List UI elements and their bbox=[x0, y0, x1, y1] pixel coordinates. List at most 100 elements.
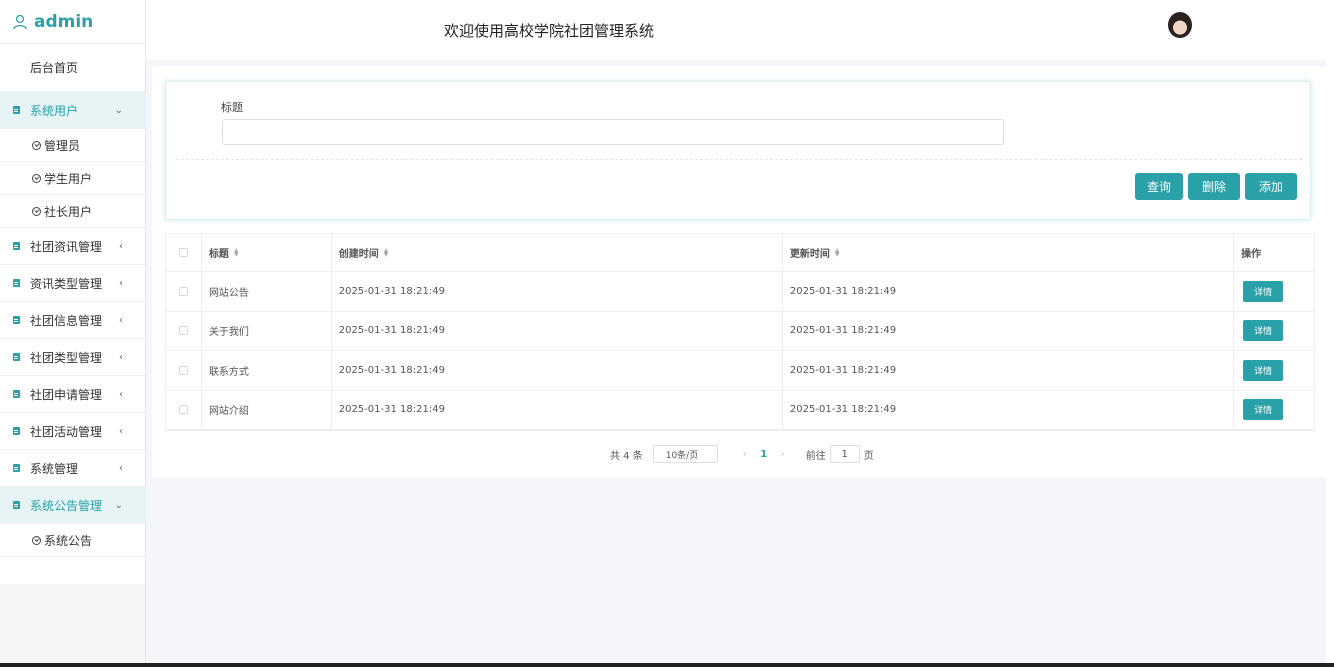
sidebar-item-label: 系统用户 bbox=[30, 103, 79, 118]
sidebar-item-system-notice[interactable]: 系统公告 bbox=[0, 524, 145, 557]
cell-title: 网站介绍 bbox=[202, 390, 332, 429]
divider bbox=[176, 159, 1302, 160]
column-title[interactable]: 标题 ▲ ▼ bbox=[202, 234, 332, 271]
page-number-current[interactable]: 1 bbox=[756, 449, 772, 460]
sort-icon: ▲ ▼ bbox=[233, 246, 239, 258]
column-created[interactable]: 创建时间 ▲ ▼ bbox=[332, 234, 783, 271]
top-header: 欢迎使用高校学院社团管理系统 bbox=[146, 0, 1334, 60]
header-label: 更新时间 bbox=[789, 249, 830, 260]
chevron-left-icon: ‹ bbox=[119, 462, 123, 474]
row-checkbox[interactable] bbox=[178, 326, 188, 336]
goto-page-input[interactable]: 1 bbox=[829, 445, 860, 463]
row-select-cell bbox=[166, 351, 202, 390]
row-select-cell bbox=[166, 390, 202, 429]
chevron-left-icon: ‹ bbox=[119, 351, 123, 363]
sidebar-group-club-info[interactable]: 社团信息管理 ‹ bbox=[0, 302, 145, 339]
sidebar-item-label: 资讯类型管理 bbox=[30, 276, 103, 291]
notice-table: 标题 ▲ ▼ 创建时间 ▲ ▼ 更新时间 ▲ ▼ 操作 网站公告 2025-01-31 18… bbox=[165, 233, 1315, 431]
cell-created: 2025-01-31 18:21:49 bbox=[332, 390, 783, 429]
sidebar-item-president-users[interactable]: 社长用户 bbox=[0, 195, 145, 228]
chevron-down-icon: ⌄ bbox=[114, 499, 123, 511]
cell-title: 关于我们 bbox=[202, 311, 332, 350]
row-select-cell bbox=[166, 272, 202, 311]
sidebar-item-student-users[interactable]: 学生用户 bbox=[0, 162, 145, 195]
cell-title: 联系方式 bbox=[202, 351, 332, 390]
row-checkbox[interactable] bbox=[178, 286, 188, 296]
check-circle-icon bbox=[32, 535, 41, 545]
add-button[interactable]: 添加 bbox=[1245, 173, 1297, 200]
row-checkbox[interactable] bbox=[178, 405, 188, 415]
document-icon bbox=[13, 390, 20, 398]
sidebar-item-label: 社团类型管理 bbox=[30, 350, 103, 365]
chevron-left-icon: ‹ bbox=[119, 388, 123, 400]
cell-created: 2025-01-31 18:21:49 bbox=[332, 272, 783, 311]
table-row: 联系方式 2025-01-31 18:21:49 2025-01-31 18:2… bbox=[166, 351, 1314, 391]
sidebar-item-label: 社团申请管理 bbox=[30, 387, 103, 402]
cell-created: 2025-01-31 18:21:49 bbox=[332, 351, 783, 390]
cell-created: 2025-01-31 18:21:49 bbox=[332, 311, 783, 350]
main-panel: 标题 查询 删除 添加 标题 ▲ ▼ 创建时间 ▲ ▼ 更新时间 ▲ ▼ 操作 网站公告 2… bbox=[152, 66, 1328, 477]
query-button[interactable]: 查询 bbox=[1135, 173, 1183, 200]
sidebar-item-label: 社团活动管理 bbox=[30, 424, 103, 439]
sidebar-item-label: 社团资讯管理 bbox=[30, 239, 103, 254]
sidebar-group-club-apply[interactable]: 社团申请管理 ‹ bbox=[0, 376, 145, 413]
cell-updated: 2025-01-31 18:21:49 bbox=[783, 311, 1235, 350]
sort-icon: ▲ ▼ bbox=[834, 246, 840, 258]
document-icon bbox=[13, 427, 20, 435]
document-icon bbox=[13, 242, 20, 250]
title-search-input[interactable] bbox=[222, 119, 1004, 145]
next-page-button[interactable]: › bbox=[772, 449, 794, 460]
window-edge bbox=[1326, 0, 1334, 663]
check-circle-icon bbox=[32, 173, 41, 183]
sidebar-item-home[interactable]: 后台首页 bbox=[0, 44, 145, 92]
row-select-cell bbox=[166, 311, 202, 350]
select-all-checkbox[interactable] bbox=[178, 248, 188, 257]
user-icon bbox=[13, 14, 27, 29]
detail-button[interactable]: 详情 bbox=[1243, 320, 1284, 342]
sidebar-group-club-news[interactable]: 社团资讯管理 ‹ bbox=[0, 228, 145, 265]
sidebar-group-system-manage[interactable]: 系统管理 ‹ bbox=[0, 450, 145, 487]
sidebar-item-label: 系统公告 bbox=[44, 533, 93, 548]
check-circle-icon bbox=[32, 206, 41, 216]
taskbar-edge bbox=[0, 663, 1334, 667]
brand: admin bbox=[0, 0, 145, 44]
cell-actions: 详情 bbox=[1234, 272, 1314, 311]
header-label: 标题 bbox=[208, 249, 229, 260]
page-title: 欢迎使用高校学院社团管理系统 bbox=[444, 22, 655, 40]
avatar[interactable] bbox=[1168, 12, 1192, 38]
sidebar-item-label: 学生用户 bbox=[44, 171, 93, 186]
delete-button[interactable]: 删除 bbox=[1188, 173, 1240, 200]
table-row: 网站公告 2025-01-31 18:21:49 2025-01-31 18:2… bbox=[166, 272, 1314, 312]
sidebar-group-club-activity[interactable]: 社团活动管理 ‹ bbox=[0, 413, 145, 450]
sidebar-group-club-type[interactable]: 社团类型管理 ‹ bbox=[0, 339, 145, 376]
table-header: 标题 ▲ ▼ 创建时间 ▲ ▼ 更新时间 ▲ ▼ 操作 bbox=[166, 234, 1314, 272]
cell-title: 网站公告 bbox=[202, 272, 332, 311]
sidebar-item-label: 管理员 bbox=[44, 138, 81, 153]
cell-updated: 2025-01-31 18:21:49 bbox=[783, 351, 1235, 390]
chevron-down-icon: ⌄ bbox=[114, 104, 123, 116]
detail-button[interactable]: 详情 bbox=[1243, 359, 1284, 381]
page-suffix: 页 bbox=[863, 450, 874, 462]
sidebar-item-admins[interactable]: 管理员 bbox=[0, 129, 145, 162]
page-size-select[interactable]: 10条/页 bbox=[652, 445, 718, 463]
sidebar-group-system-notice[interactable]: 系统公告管理 ⌄ bbox=[0, 487, 145, 524]
pagination-total: 共 4 条 bbox=[610, 450, 643, 462]
cell-updated: 2025-01-31 18:21:49 bbox=[783, 272, 1235, 311]
document-icon bbox=[13, 279, 20, 287]
detail-button[interactable]: 详情 bbox=[1243, 280, 1284, 302]
sidebar-group-news-type[interactable]: 资讯类型管理 ‹ bbox=[0, 265, 145, 302]
table-row: 关于我们 2025-01-31 18:21:49 2025-01-31 18:2… bbox=[166, 311, 1314, 351]
detail-button[interactable]: 详情 bbox=[1243, 399, 1284, 421]
brand-name: admin bbox=[34, 11, 94, 32]
sidebar-item-label: 社长用户 bbox=[44, 204, 93, 219]
row-checkbox[interactable] bbox=[178, 365, 188, 375]
search-label: 标题 bbox=[221, 101, 243, 114]
chevron-left-icon: ‹ bbox=[119, 425, 123, 437]
cell-updated: 2025-01-31 18:21:49 bbox=[783, 390, 1235, 429]
select-all-cell bbox=[166, 234, 202, 271]
header-label: 操作 bbox=[1241, 249, 1262, 260]
document-icon bbox=[13, 106, 20, 114]
sidebar-group-system-users[interactable]: 系统用户 ⌄ bbox=[0, 92, 145, 129]
prev-page-button[interactable]: ‹ bbox=[734, 449, 756, 460]
column-updated[interactable]: 更新时间 ▲ ▼ bbox=[783, 234, 1235, 271]
